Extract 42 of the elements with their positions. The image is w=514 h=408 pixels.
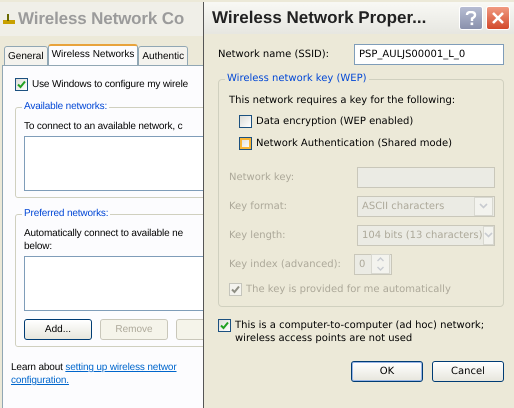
tab[interactable]: Wireless Networks (48, 44, 138, 65)
field-label: Key index (advanced): (229, 258, 341, 270)
checkbox[interactable] (15, 78, 28, 91)
button[interactable]: OK (351, 361, 423, 382)
spinner-arrows-icon (376, 255, 385, 273)
button[interactable]: Cancel (432, 361, 504, 382)
help-icon (465, 10, 477, 26)
close-icon (491, 11, 505, 25)
link[interactable]: configuration. (11, 375, 69, 386)
window-title: Wireless Network Co (18, 9, 184, 29)
network-list[interactable] (24, 136, 204, 191)
close-button[interactable] (486, 6, 510, 30)
checkbox-label: Data encryption (WEP enabled) (256, 115, 414, 128)
field-label: Key format: (229, 200, 288, 212)
chevron-down-icon (484, 232, 493, 238)
checkbox-label: This is a computer-to-computer (ad hoc) network; wireless access points are not used (235, 319, 486, 345)
checkbox-label: Use Windows to configure my wirele (32, 78, 188, 91)
checkbox[interactable] (218, 319, 231, 332)
ssid-field[interactable]: PSP_AULJS00001_L_0 (354, 44, 504, 65)
group-title: Available networks: (22, 101, 110, 112)
group-title: Preferred networks: (22, 208, 110, 219)
tab[interactable]: Authentic (138, 46, 188, 65)
checkbox-label: Network Authentication (Shared mode) (256, 137, 452, 150)
description-text: To connect to an available network, c (24, 120, 184, 133)
network-list[interactable] (24, 256, 204, 311)
field-label: Key length: (229, 228, 286, 242)
button[interactable]: Add... (24, 319, 92, 340)
network-icon (2, 13, 16, 25)
field-label: Network key: (229, 170, 294, 184)
link[interactable]: setting up wireless networ (65, 362, 177, 373)
dialog-title: Wireless Network Proper... (212, 8, 428, 28)
field-label: Network name (SSID): (218, 48, 329, 61)
chevron-down-icon (479, 203, 488, 209)
description-text: This network requires a key for the following: (229, 94, 456, 107)
checkbox[interactable] (239, 115, 252, 128)
help-text: Learn about setting up wireless networ configuration. (11, 361, 178, 387)
tab[interactable]: General (4, 46, 48, 65)
checkbox[interactable] (239, 137, 252, 150)
checkbox-label: The key is provided for me automatically (246, 283, 451, 296)
group-title: Wireless network key (WEP) (225, 73, 369, 84)
description-text: Automatically connect to available ne below: (24, 227, 184, 253)
help-button[interactable] (459, 6, 483, 30)
